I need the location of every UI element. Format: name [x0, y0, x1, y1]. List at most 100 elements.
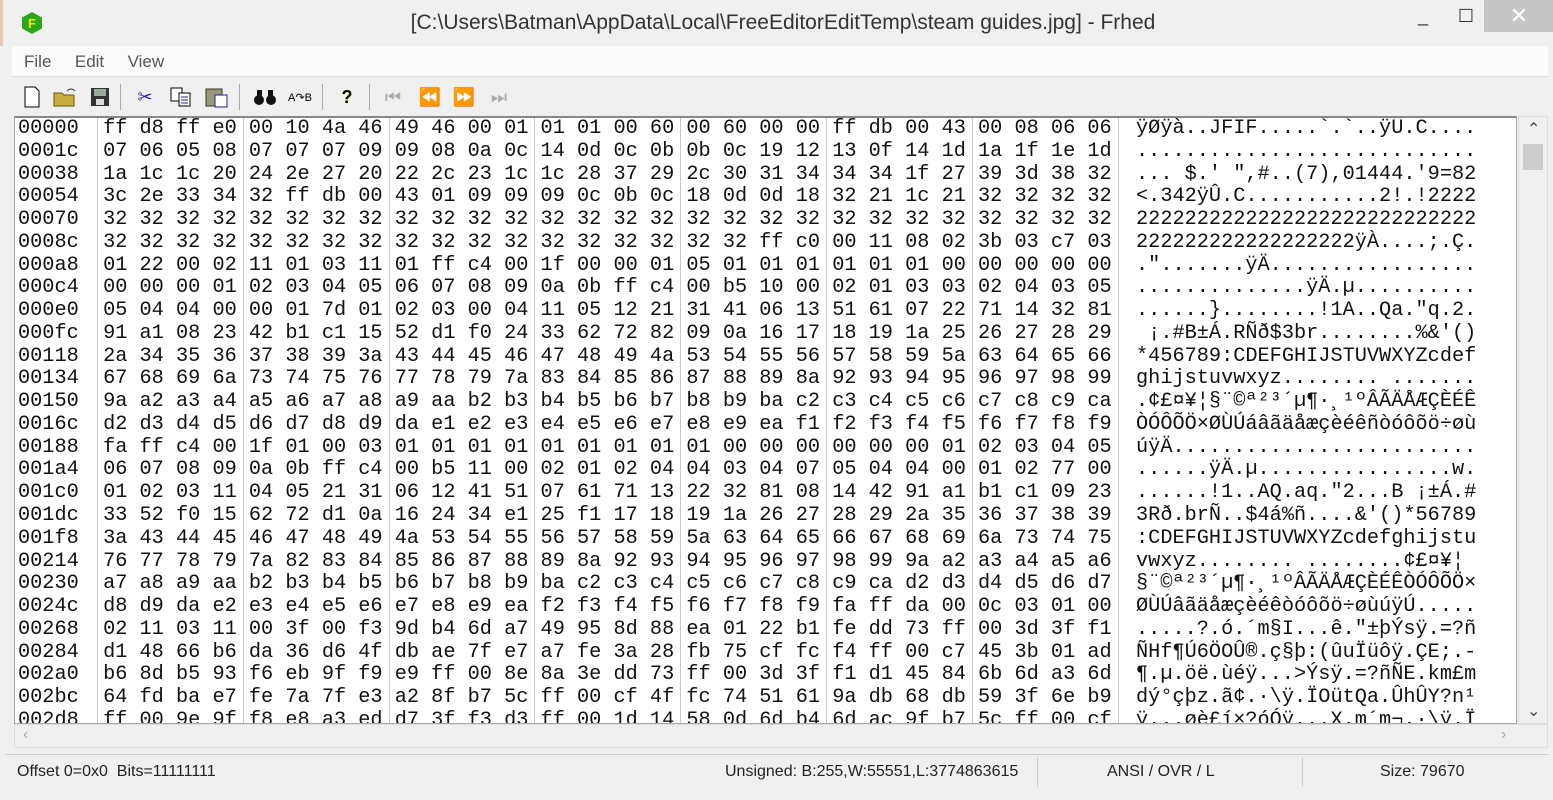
row-ascii[interactable]: 222222222222222222ÿÀ....;.Ç. — [1136, 231, 1476, 254]
row-offset[interactable]: 00268 — [18, 618, 79, 641]
hex-view[interactable]: 00000 ff d8 ff e0 00 10 4a 46 49 46 00 0… — [14, 116, 1517, 724]
row-ascii[interactable]: ÿ...øè£í×?óÓÿ...X.m´m¬.·\ÿ.Ï — [1136, 709, 1476, 723]
hex-row[interactable]: 00070 32 32 32 32 32 32 32 32 32 32 32 3… — [18, 208, 1476, 232]
row-hex-bytes[interactable]: 64 fd ba e7 fe 7a 7f e3 a2 8f b7 5c ff 0… — [103, 686, 1112, 709]
row-ascii[interactable]: ÒÓÔÕÖ×ØÙÚáâãäåæçèéêñòóôõö÷øù — [1136, 413, 1476, 436]
hex-row[interactable]: 0008c 32 32 32 32 32 32 32 32 32 32 32 3… — [18, 231, 1476, 255]
hex-row[interactable]: 0016c d2 d3 d4 d5 d6 d7 d8 d9 da e1 e2 e… — [18, 413, 1476, 437]
row-offset[interactable]: 00118 — [18, 345, 79, 368]
next-icon[interactable]: ⏩ — [451, 84, 477, 110]
menu-edit[interactable]: Edit — [63, 46, 104, 72]
row-hex-bytes[interactable]: fa ff c4 00 1f 01 00 03 01 01 01 01 01 0… — [103, 436, 1112, 459]
row-offset[interactable]: 000fc — [18, 322, 79, 345]
row-ascii[interactable]: vwxyz........ ........¢£¤¥¦ — [1136, 550, 1464, 573]
hex-row[interactable]: 0001c 07 06 05 08 07 07 07 09 09 08 0a 0… — [18, 140, 1476, 164]
hex-row[interactable]: 001c0 01 02 03 11 04 05 21 31 06 12 41 5… — [18, 481, 1476, 505]
row-offset[interactable]: 00000 — [18, 118, 79, 140]
hex-row[interactable]: 002d8 ff 00 9e 9f f8 e8 a3 ed d7 3f f3 d… — [18, 709, 1476, 723]
hex-row[interactable]: 00038 1a 1c 1c 20 24 2e 27 20 22 2c 23 1… — [18, 163, 1476, 187]
menu-file[interactable]: File — [12, 46, 51, 72]
row-ascii[interactable]: .".......ÿÄ................. — [1136, 254, 1476, 277]
row-hex-bytes[interactable]: 06 07 08 09 0a 0b ff c4 00 b5 11 00 02 0… — [103, 458, 1112, 482]
row-ascii[interactable]: ØÙÚâãäåæçèéêòóôõö÷øùúÿÚ..... — [1136, 595, 1476, 618]
row-hex-bytes[interactable]: 32 32 32 32 32 32 32 32 32 32 32 32 32 3… — [103, 231, 1112, 254]
hex-row[interactable]: 001a4 06 07 08 09 0a 0b ff c4 00 b5 11 0… — [18, 459, 1476, 482]
row-offset[interactable]: 002bc — [18, 686, 79, 709]
hex-row[interactable]: 00000 ff d8 ff e0 00 10 4a 46 49 46 00 0… — [18, 118, 1476, 141]
row-hex-bytes[interactable]: d2 d3 d4 d5 d6 d7 d8 d9 da e1 e2 e3 e4 e… — [103, 413, 1112, 436]
row-ascii[interactable]: ¡.#B±Á.RÑð$3br........%&'() — [1136, 322, 1476, 345]
row-ascii[interactable]: ÿØÿà..JFIF.....`.`..ÿÛ.C.... — [1136, 118, 1476, 140]
row-hex-bytes[interactable]: 07 06 05 08 07 07 07 09 09 08 0a 0c 14 0… — [103, 140, 1112, 163]
row-hex-bytes[interactable]: ff d8 ff e0 00 10 4a 46 49 46 00 01 01 0… — [103, 118, 1112, 140]
vertical-scroll-thumb[interactable] — [1523, 144, 1543, 170]
row-offset[interactable]: 00214 — [18, 550, 79, 573]
row-offset[interactable]: 0016c — [18, 413, 79, 436]
row-hex-bytes[interactable]: 9a a2 a3 a4 a5 a6 a7 a8 a9 aa b2 b3 b4 b… — [103, 390, 1112, 413]
row-hex-bytes[interactable]: 33 52 f0 15 62 72 d1 0a 16 24 34 e1 25 f… — [103, 504, 1112, 527]
row-ascii[interactable]: *456789:CDEFGHIJSTUVWXYZcdef — [1136, 345, 1476, 368]
scroll-right-icon[interactable]: › — [1501, 726, 1506, 744]
row-offset[interactable]: 001c0 — [18, 481, 79, 504]
row-hex-bytes[interactable]: ff 00 9e 9f f8 e8 a3 ed d7 3f f3 d3 ff 0… — [103, 709, 1112, 723]
hex-row[interactable]: 00268 02 11 03 11 00 3f 00 f3 9d b4 6d a… — [18, 618, 1476, 642]
row-hex-bytes[interactable]: 1a 1c 1c 20 24 2e 27 20 22 2c 23 1c 1c 2… — [103, 163, 1112, 186]
hex-row[interactable]: 000fc 91 a1 08 23 42 b1 c1 15 52 d1 f0 2… — [18, 322, 1476, 346]
horizontal-scrollbar[interactable]: ‹ › — [14, 724, 1548, 748]
row-offset[interactable]: 000e0 — [18, 299, 79, 322]
row-ascii[interactable]: úÿÄ......................... — [1136, 436, 1476, 459]
minimize-button[interactable]: _ — [1400, 0, 1446, 32]
row-offset[interactable]: 002a0 — [18, 663, 79, 686]
row-hex-bytes[interactable]: d1 48 66 b6 da 36 d6 4f db ae 7f e7 a7 f… — [103, 641, 1112, 664]
hex-row[interactable]: 0024c d8 d9 da e2 e3 e4 e5 e6 e7 e8 e9 e… — [18, 595, 1476, 619]
row-offset[interactable]: 001a4 — [18, 458, 79, 482]
scroll-down-icon[interactable]: ⌄ — [1527, 701, 1540, 721]
close-button[interactable]: ✕ — [1484, 0, 1553, 32]
row-offset[interactable]: 00284 — [18, 641, 79, 664]
row-ascii[interactable]: ......ÿÄ.µ................w. — [1136, 458, 1476, 482]
hex-row[interactable]: 000a8 01 22 00 02 11 01 03 11 01 ff c4 0… — [18, 254, 1476, 278]
row-ascii[interactable]: dý°çþz.ã¢.·\ÿ.ÏOütQa.ÛhÛY?n¹ — [1136, 686, 1476, 709]
row-hex-bytes[interactable]: 2a 34 35 36 37 38 39 3a 43 44 45 46 47 4… — [103, 345, 1112, 368]
hex-row[interactable]: 00230 a7 a8 a9 aa b2 b3 b4 b5 b6 b7 b8 b… — [18, 572, 1476, 596]
row-ascii[interactable]: §¨©ª²³´µ¶·¸¹ºÂÃÄÅÆÇÈÉÊÒÓÔÕÖ× — [1136, 572, 1476, 595]
help-icon[interactable]: ? — [334, 84, 360, 110]
row-offset[interactable]: 00054 — [18, 185, 79, 208]
goto-icon[interactable]: A↷B — [287, 84, 313, 110]
scroll-up-icon[interactable]: ⌃ — [1527, 119, 1540, 139]
paste-icon[interactable] — [204, 84, 230, 110]
previous-icon[interactable]: ⏪ — [417, 84, 443, 110]
hex-row[interactable]: 00134 67 68 69 6a 73 74 75 76 77 78 79 7… — [18, 368, 1476, 391]
hex-row[interactable]: 00150 9a a2 a3 a4 a5 a6 a7 a8 a9 aa b2 b… — [18, 390, 1476, 414]
hex-row[interactable]: 001dc 33 52 f0 15 62 72 d1 0a 16 24 34 e… — [18, 504, 1476, 528]
row-offset[interactable]: 002d8 — [18, 709, 79, 723]
row-offset[interactable]: 00188 — [18, 436, 79, 459]
row-offset[interactable]: 00230 — [18, 572, 79, 595]
hex-row[interactable]: 000c4 00 00 00 01 02 03 04 05 06 07 08 0… — [18, 276, 1476, 300]
row-hex-bytes[interactable]: 3c 2e 33 34 32 ff db 00 43 01 09 09 09 0… — [103, 185, 1112, 208]
hex-row[interactable]: 00188 fa ff c4 00 1f 01 00 03 01 01 01 0… — [18, 436, 1476, 460]
cut-icon[interactable]: ✂ — [132, 84, 158, 110]
row-hex-bytes[interactable]: a7 a8 a9 aa b2 b3 b4 b5 b6 b7 b8 b9 ba c… — [103, 572, 1112, 595]
row-hex-bytes[interactable]: 05 04 04 00 00 01 7d 01 02 03 00 04 11 0… — [103, 299, 1112, 322]
row-offset[interactable]: 001dc — [18, 504, 79, 527]
row-offset[interactable]: 000a8 — [18, 254, 79, 277]
copy-icon[interactable] — [168, 84, 194, 110]
save-icon[interactable] — [87, 84, 113, 110]
row-ascii[interactable]: ......!1..AQ.aq."2...B ¡±Á.# — [1136, 481, 1476, 504]
row-hex-bytes[interactable]: 32 32 32 32 32 32 32 32 32 32 32 32 32 3… — [103, 208, 1112, 231]
row-offset[interactable]: 00150 — [18, 390, 79, 413]
hex-row[interactable]: 00214 76 77 78 79 7a 82 83 84 85 86 87 8… — [18, 550, 1476, 574]
row-ascii[interactable]: ..............ÿÄ.µ.......... — [1136, 276, 1476, 299]
row-hex-bytes[interactable]: 91 a1 08 23 42 b1 c1 15 52 d1 f0 24 33 6… — [103, 322, 1112, 345]
row-hex-bytes[interactable]: d8 d9 da e2 e3 e4 e5 e6 e7 e8 e9 ea f2 f… — [103, 595, 1112, 618]
hex-row[interactable]: 00054 3c 2e 33 34 32 ff db 00 43 01 09 0… — [18, 185, 1476, 209]
row-ascii[interactable]: ......}........!1A..Qa."q.2. — [1136, 299, 1476, 322]
row-offset[interactable]: 0001c — [18, 140, 79, 163]
row-hex-bytes[interactable]: 00 00 00 01 02 03 04 05 06 07 08 09 0a 0… — [103, 276, 1112, 299]
row-hex-bytes[interactable]: b6 8d b5 93 f6 eb 9f f9 e9 ff 00 8e 8a 3… — [103, 663, 1112, 686]
row-offset[interactable]: 0024c — [18, 595, 79, 618]
row-offset[interactable]: 000c4 — [18, 276, 79, 299]
row-ascii[interactable]: 2222222222222222222222222222 — [1136, 208, 1476, 231]
row-hex-bytes[interactable]: 76 77 78 79 7a 82 83 84 85 86 87 88 89 8… — [103, 550, 1112, 573]
